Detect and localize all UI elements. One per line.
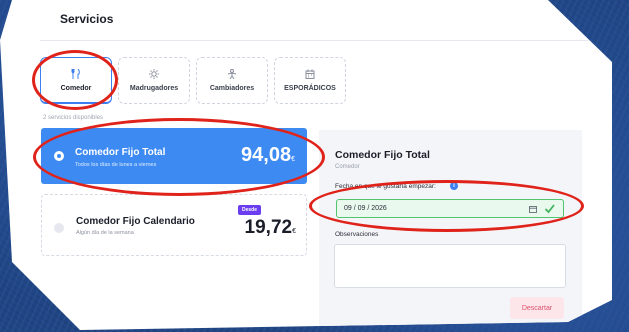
start-date-input[interactable]: 09 / 09 / 2026 (336, 199, 564, 218)
check-icon (544, 204, 555, 214)
observations-label: Observaciones (335, 231, 379, 238)
detail-panel: Comedor Fijo Total Comedor Fecha en que … (319, 130, 582, 330)
tab-cambiadores[interactable]: Cambiadores (196, 57, 268, 104)
tab-label: Comedor (60, 84, 92, 92)
price-badge: Desde (238, 205, 262, 215)
calendar-icon[interactable] (529, 205, 537, 213)
service-subtitle: Algún día de la semana (76, 230, 134, 236)
service-tabs: Comedor Madrugadores Cambiadores ESPORÁD… (40, 57, 346, 104)
detail-title: Comedor Fijo Total (335, 149, 430, 161)
tab-comedor[interactable]: Comedor (40, 57, 112, 104)
fork-knife-icon (71, 68, 80, 79)
calendar-icon (305, 69, 315, 79)
service-price: 19,72€ (245, 217, 296, 239)
start-date-label: Fecha en que le gustaría empezar: (335, 183, 436, 190)
app-screen: Servicios Comedor Madrugadores Cambiador… (0, 0, 612, 330)
service-subtitle: Todos los días de lunes a viernes (75, 162, 157, 168)
info-icon[interactable]: i (450, 182, 458, 190)
service-card-comedor-fijo-calendario[interactable]: Comedor Fijo Calendario Algún día de la … (41, 194, 307, 256)
price-currency: € (292, 228, 296, 235)
tab-label: Cambiadores (209, 85, 255, 92)
service-name: Comedor Fijo Total (75, 147, 166, 158)
header-divider (40, 40, 612, 41)
page-title: Servicios (60, 12, 114, 26)
price-currency: € (291, 156, 295, 163)
tab-label: Madrugadores (129, 85, 179, 92)
services-count: 2 servicios disponibles (43, 115, 104, 121)
sun-gear-icon (149, 69, 159, 79)
tab-esporadicos[interactable]: ESPORÁDICOS (274, 57, 346, 104)
service-card-comedor-fijo-total[interactable]: Comedor Fijo Total Todos los días de lun… (41, 128, 307, 184)
detail-subtitle: Comedor (335, 164, 360, 170)
service-name: Comedor Fijo Calendario (76, 216, 195, 227)
tab-madrugadores[interactable]: Madrugadores (118, 57, 190, 104)
radio-selected[interactable] (54, 151, 64, 161)
radio-unselected[interactable] (54, 223, 64, 233)
discard-button[interactable]: Descartar (510, 297, 564, 319)
baby-icon (227, 69, 237, 79)
tab-label: ESPORÁDICOS (284, 85, 336, 92)
date-value: 09 / 09 / 2026 (344, 205, 387, 212)
service-price: 94,08€ (241, 144, 295, 167)
price-value: 19,72 (244, 217, 293, 238)
observations-textarea[interactable] (334, 244, 566, 288)
price-value: 94,08 (241, 144, 292, 166)
